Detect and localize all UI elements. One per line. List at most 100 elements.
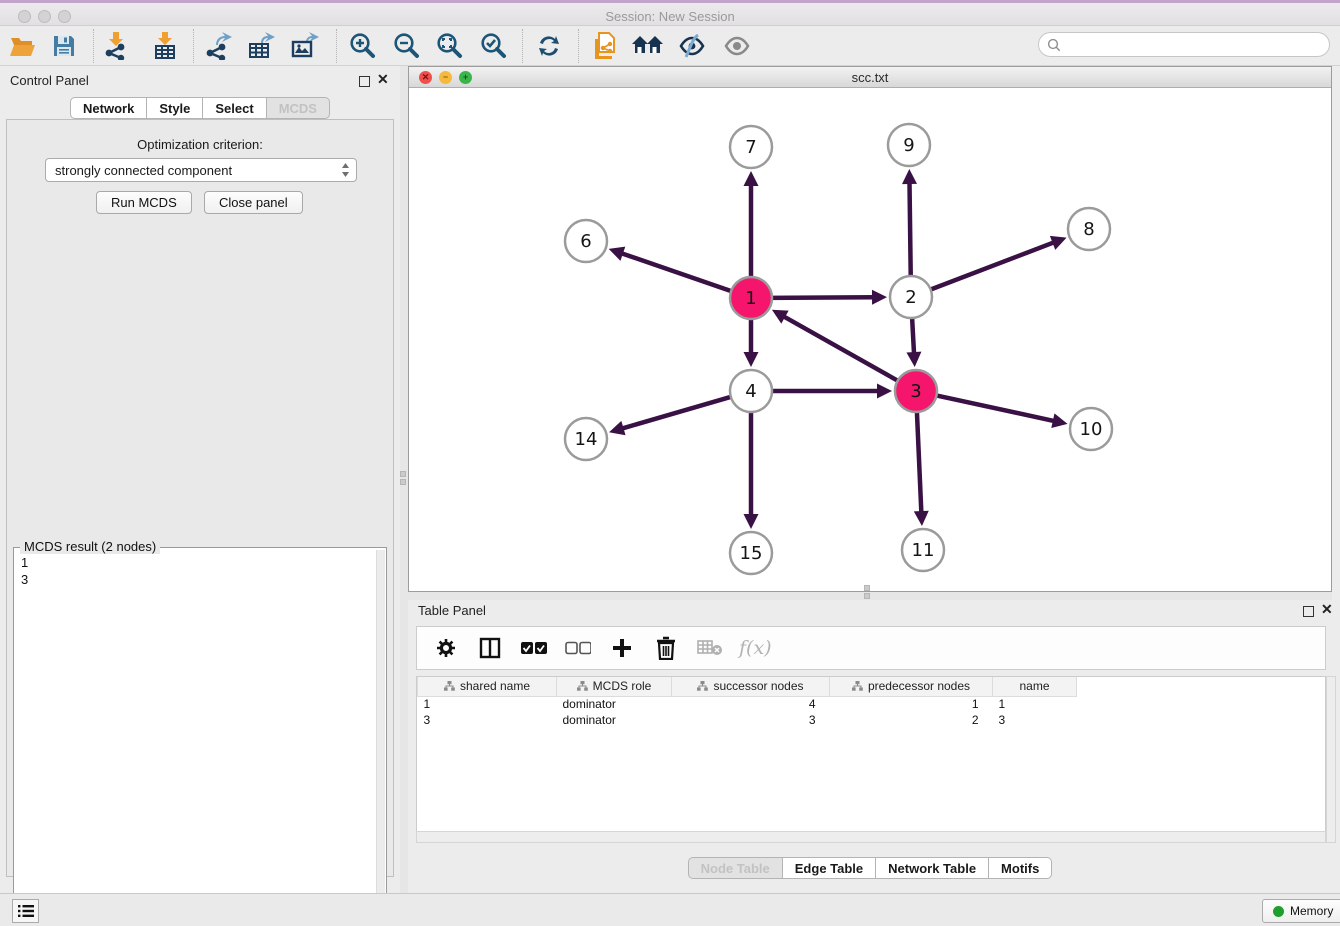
graph-node-10[interactable]: 10 <box>1070 408 1112 450</box>
graph-node-8[interactable]: 8 <box>1068 208 1110 250</box>
show-details-button[interactable] <box>719 29 755 63</box>
svg-text:15: 15 <box>740 543 763 564</box>
search-input[interactable] <box>1061 37 1311 52</box>
deselect-all-rows-button[interactable] <box>563 631 593 665</box>
zoom-selected-icon <box>479 32 507 60</box>
table-vscrollbar[interactable] <box>1326 676 1336 843</box>
window-resize-grip[interactable] <box>864 585 870 591</box>
memory-button[interactable]: Memory <box>1262 899 1340 923</box>
graph-node-2[interactable]: 2 <box>890 276 932 318</box>
graph-node-15[interactable]: 15 <box>730 532 772 574</box>
zoom-selected-button[interactable] <box>475 29 511 63</box>
mcds-result-scrollbar[interactable] <box>376 550 385 922</box>
tab-select[interactable]: Select <box>203 97 266 119</box>
export-table-button[interactable] <box>243 29 279 63</box>
copy-network-button[interactable] <box>587 29 623 63</box>
close-panel-icon[interactable]: ✕ <box>377 74 389 85</box>
zoom-out-button[interactable] <box>388 29 424 63</box>
svg-text:4: 4 <box>745 381 756 402</box>
graph-edge-3-10[interactable] <box>935 395 1068 428</box>
column-type-icon <box>852 681 863 691</box>
table-cell[interactable]: 3 <box>993 712 1077 728</box>
tab-node-table[interactable]: Node Table <box>688 857 783 879</box>
column-header-MCDS-role[interactable]: MCDS role <box>557 677 672 696</box>
graph-node-1[interactable]: 1 <box>730 277 772 319</box>
open-file-button[interactable] <box>5 29 41 63</box>
close-panel-button[interactable]: Close panel <box>204 191 303 214</box>
criterion-select[interactable]: strongly connected component <box>45 158 357 182</box>
close-table-panel-icon[interactable]: ✕ <box>1321 604 1333 615</box>
graph-edge-4-14[interactable] <box>609 396 733 435</box>
export-image-button[interactable] <box>287 29 323 63</box>
table-cell[interactable]: 2 <box>830 712 993 728</box>
table-cell[interactable]: 1 <box>830 696 993 712</box>
hide-details-button[interactable] <box>674 29 710 63</box>
apply-layout-button[interactable] <box>531 29 567 63</box>
network-canvas[interactable]: 7 9 6 8 1 2 4 3 14 10 15 11 <box>409 88 1331 591</box>
zoom-fit-button[interactable] <box>431 29 467 63</box>
horizontal-splitter[interactable] <box>408 592 1332 600</box>
table-cell[interactable]: 1 <box>418 696 557 712</box>
tab-edge-table[interactable]: Edge Table <box>783 857 876 879</box>
search-box[interactable] <box>1038 32 1330 57</box>
graph-edge-1-7[interactable] <box>744 171 759 279</box>
table-cell[interactable]: 1 <box>993 696 1077 712</box>
table-row[interactable]: 1dominator411 <box>418 696 1077 712</box>
delete-column-button[interactable] <box>651 631 681 665</box>
table-row[interactable]: 3dominator323 <box>418 712 1077 728</box>
save-session-button[interactable] <box>46 29 82 63</box>
table-panel: Table Panel ✕ f(x) shared nameMCDS roles… <box>408 600 1340 893</box>
graph-edge-2-3[interactable] <box>906 316 921 367</box>
column-header-successor-nodes[interactable]: successor nodes <box>672 677 830 696</box>
table-cell[interactable]: dominator <box>557 712 672 728</box>
show-columns-button[interactable] <box>475 631 505 665</box>
tab-motifs[interactable]: Motifs <box>989 857 1052 879</box>
table-cell[interactable]: 3 <box>672 712 830 728</box>
float-table-panel-icon[interactable] <box>1303 604 1314 622</box>
graph-node-3[interactable]: 3 <box>895 370 937 412</box>
show-log-button[interactable] <box>12 899 39 923</box>
graph-node-11[interactable]: 11 <box>902 529 944 571</box>
import-network-button[interactable] <box>98 29 134 63</box>
float-panel-icon[interactable] <box>359 74 370 92</box>
home-button[interactable] <box>630 29 666 63</box>
column-header-predecessor-nodes[interactable]: predecessor nodes <box>830 677 993 696</box>
graph-edge-1-2[interactable] <box>770 290 887 305</box>
graph-edge-4-15[interactable] <box>744 410 759 529</box>
table-cell[interactable]: 4 <box>672 696 830 712</box>
svg-text:3: 3 <box>910 381 921 402</box>
delete-table-button[interactable] <box>695 631 725 665</box>
import-table-button[interactable] <box>147 29 183 63</box>
run-mcds-button[interactable]: Run MCDS <box>96 191 192 214</box>
vertical-splitter[interactable] <box>400 66 408 893</box>
tab-network-table[interactable]: Network Table <box>876 857 989 879</box>
column-header-name[interactable]: name <box>993 677 1077 696</box>
graph-edge-3-1[interactable] <box>772 310 900 382</box>
graph-edge-1-4[interactable] <box>744 317 759 367</box>
create-column-button[interactable] <box>607 631 637 665</box>
mcds-result-list[interactable]: 1 3 <box>15 550 377 922</box>
graph-edge-2-8[interactable] <box>929 236 1067 290</box>
tab-mcds[interactable]: MCDS <box>267 97 330 119</box>
select-all-rows-button[interactable] <box>519 631 549 665</box>
table-settings-button[interactable] <box>431 631 461 665</box>
graph-edge-2-9[interactable] <box>902 169 917 278</box>
graph-node-6[interactable]: 6 <box>565 220 607 262</box>
network-window-titlebar: ✕ − + scc.txt <box>409 67 1331 88</box>
tab-style[interactable]: Style <box>147 97 203 119</box>
graph-node-14[interactable]: 14 <box>565 418 607 460</box>
zoom-in-button[interactable] <box>344 29 380 63</box>
function-builder-button[interactable]: f(x) <box>739 637 772 659</box>
graph-node-9[interactable]: 9 <box>888 124 930 166</box>
tab-network[interactable]: Network <box>70 97 147 119</box>
table-cell[interactable]: dominator <box>557 696 672 712</box>
graph-node-4[interactable]: 4 <box>730 370 772 412</box>
table-hscrollbar[interactable] <box>416 831 1326 843</box>
graph-edge-1-6[interactable] <box>609 247 733 292</box>
graph-edge-4-3[interactable] <box>770 384 892 399</box>
export-network-button[interactable] <box>200 29 236 63</box>
graph-edge-3-11[interactable] <box>914 410 929 526</box>
column-header-shared-name[interactable]: shared name <box>418 677 557 696</box>
table-cell[interactable]: 3 <box>418 712 557 728</box>
graph-node-7[interactable]: 7 <box>730 126 772 168</box>
